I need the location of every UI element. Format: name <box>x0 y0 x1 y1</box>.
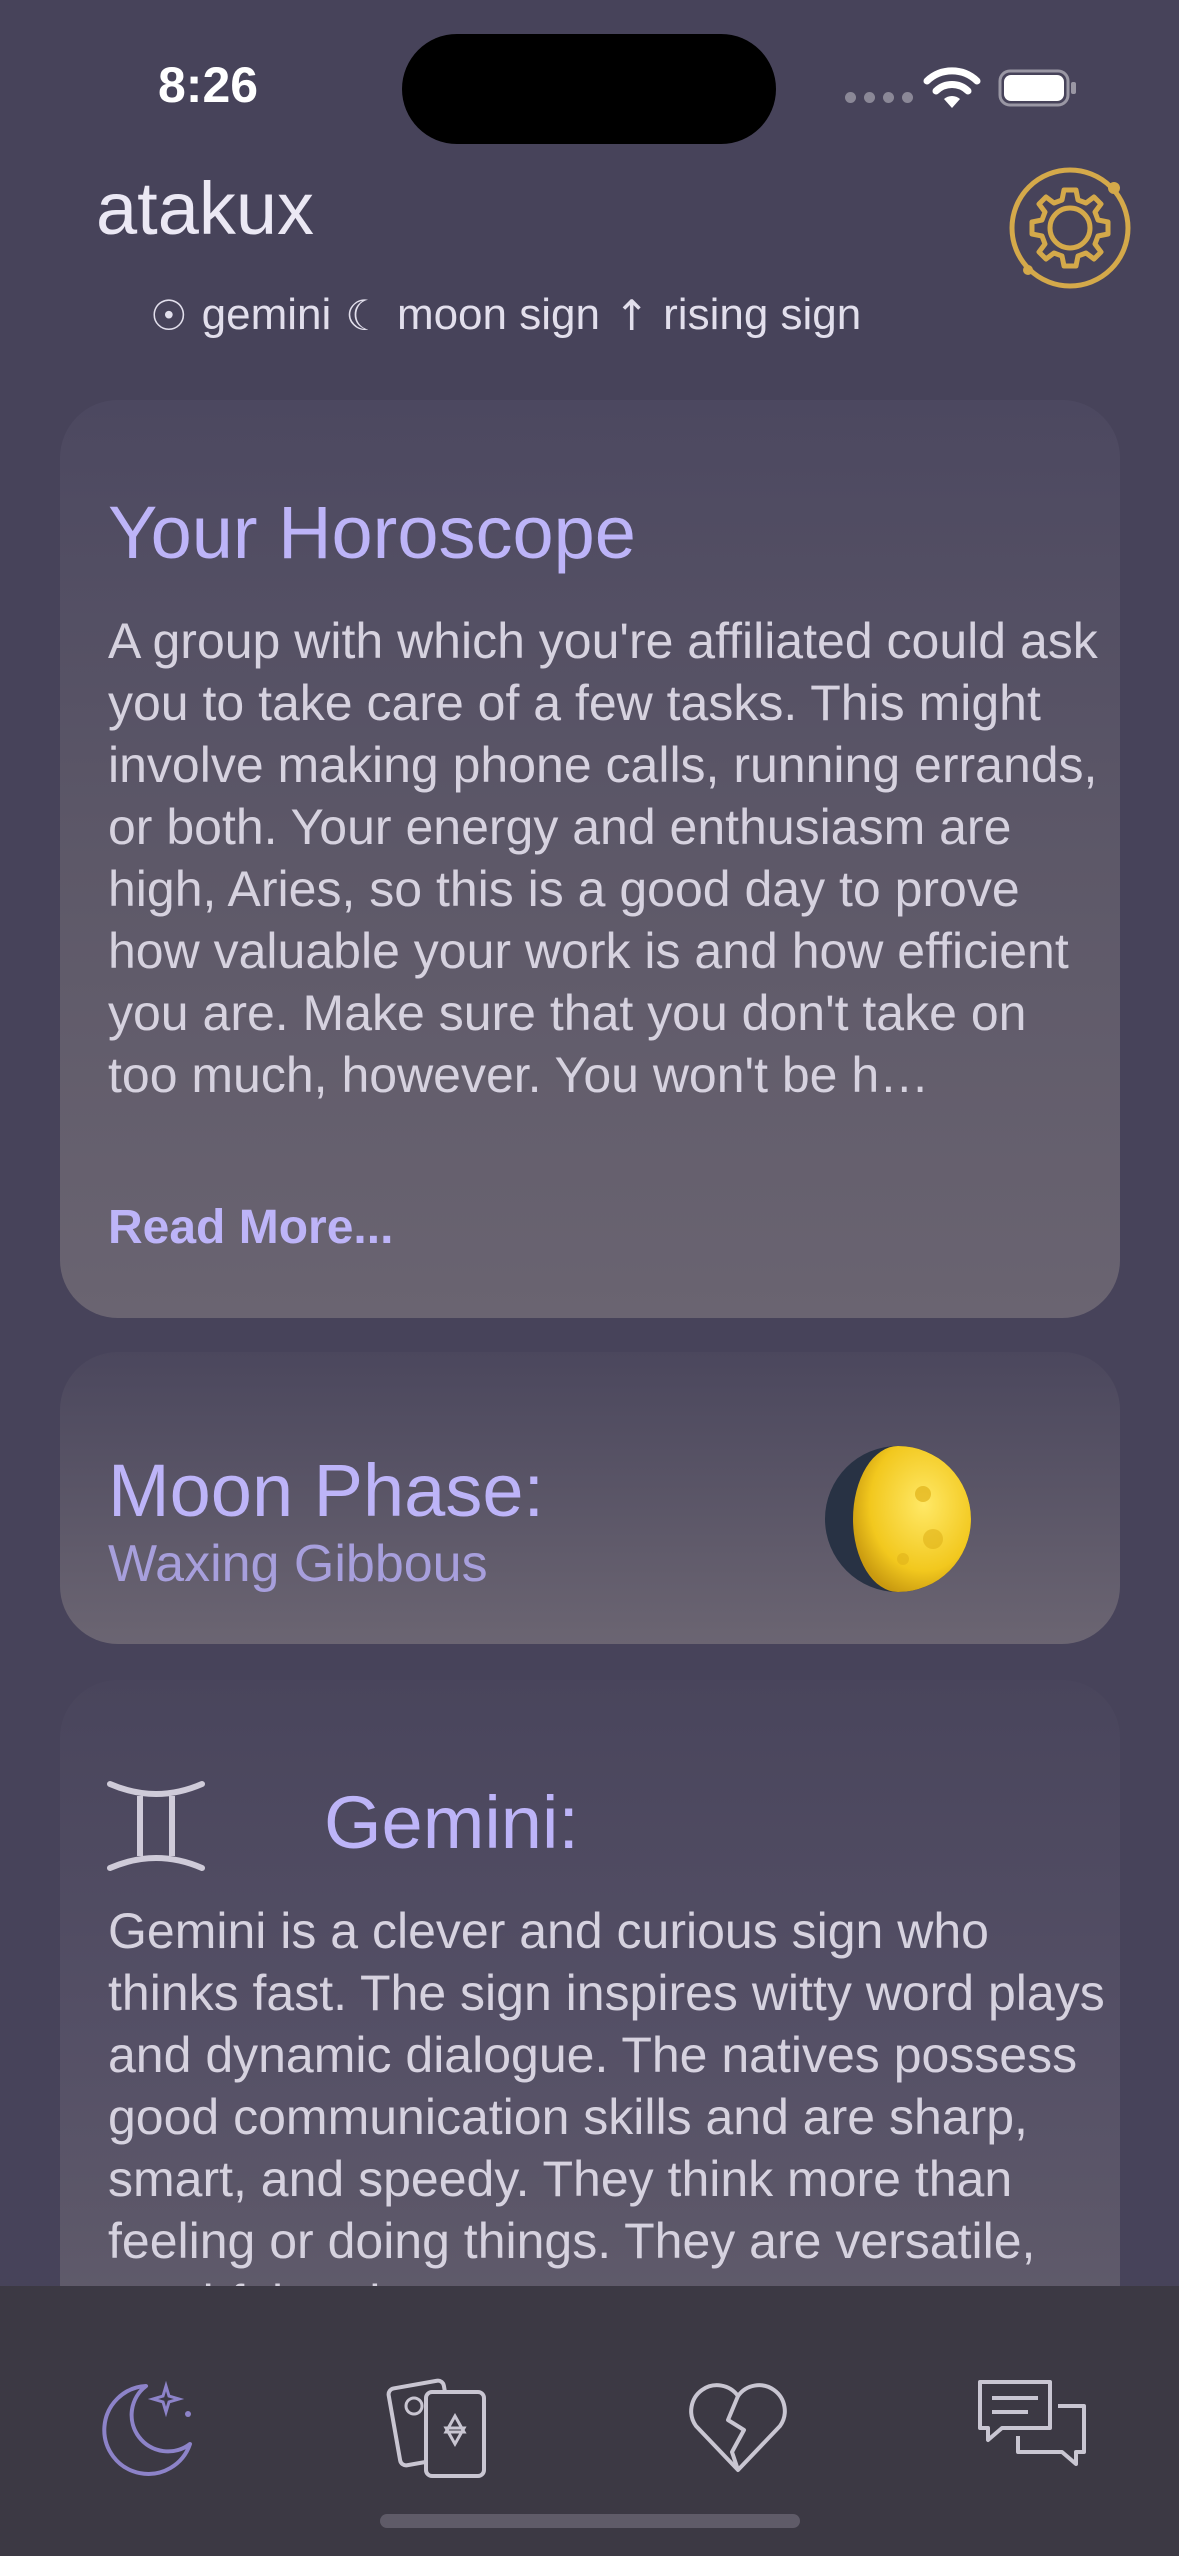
dynamic-island <box>402 34 776 144</box>
sun-icon: ☉ <box>150 290 188 340</box>
sign-description: Gemini is a clever and curious sign who … <box>108 1903 1105 2290</box>
battery-icon <box>998 69 1076 107</box>
tab-tarot[interactable] <box>382 2366 502 2486</box>
read-more-link[interactable]: Read More... <box>108 1200 393 1255</box>
broken-heart-icon <box>689 2383 787 2472</box>
cellular-signal-icon <box>845 92 913 103</box>
moon-phase-card: Moon Phase: Waxing Gibbous <box>60 1352 1120 1644</box>
username: atakux <box>96 167 315 250</box>
arrow-up-icon: ↑ <box>613 290 650 340</box>
sun-sign-label: gemini <box>201 290 332 339</box>
gemini-icon <box>107 1781 205 1871</box>
sign-title: Gemini: <box>324 1781 579 1864</box>
gear-icon <box>1009 167 1131 289</box>
status-time: 8:26 <box>158 57 259 113</box>
signs-summary: ☉ gemini ☾ moon sign ↑ rising sign <box>150 290 861 340</box>
moon-icon: ☾ <box>345 290 383 340</box>
moon-stars-icon <box>102 2380 192 2476</box>
tarot-cards-icon <box>386 2378 486 2478</box>
zodiac-sign-card: Gemini: Gemini is a clever and curious s… <box>60 1680 1120 2290</box>
moon-sign-label: moon sign <box>396 290 600 339</box>
home-indicator[interactable] <box>380 2514 800 2528</box>
chat-bubbles-icon <box>978 2380 1086 2466</box>
tab-compatibility[interactable] <box>678 2366 798 2486</box>
horoscope-text: A group with which you're affiliated cou… <box>108 613 1098 1103</box>
moon-phase-name: Waxing Gibbous <box>108 1535 488 1593</box>
horoscope-card: Your Horoscope A group with which you're… <box>60 400 1120 1318</box>
moon-phase-image <box>825 1446 971 1592</box>
wifi-icon <box>923 67 981 108</box>
settings-button[interactable] <box>1006 164 1134 292</box>
tab-chat[interactable] <box>972 2366 1092 2486</box>
moon-phase-title: Moon Phase: <box>108 1449 545 1532</box>
tab-horoscope[interactable] <box>88 2366 208 2486</box>
rising-sign-label: rising sign <box>663 290 862 339</box>
horoscope-title: Your Horoscope <box>108 491 636 574</box>
